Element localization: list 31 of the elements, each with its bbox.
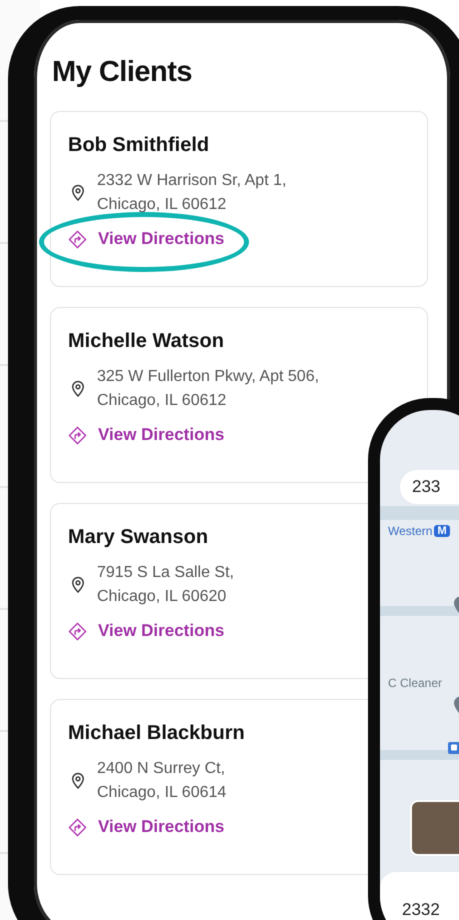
location-pin-icon bbox=[71, 576, 85, 594]
station-label: Western bbox=[388, 524, 432, 538]
address-line: 7915 S La Salle St, bbox=[97, 563, 234, 583]
bus-stop-icon bbox=[448, 742, 459, 754]
client-name: Michelle Watson bbox=[68, 330, 224, 353]
location-pin-icon bbox=[71, 772, 85, 790]
address-line: 2400 N Surrey Ct, bbox=[97, 759, 226, 779]
directions-icon bbox=[68, 426, 87, 444]
client-name: Michael Blackburn bbox=[68, 722, 245, 745]
address-line: 325 W Fullerton Pkwy, Apt 506, bbox=[97, 367, 320, 387]
view-directions-link[interactable]: View Directions bbox=[68, 817, 224, 837]
client-name: Bob Smithfield bbox=[68, 134, 210, 157]
directions-icon bbox=[68, 230, 87, 248]
directions-icon bbox=[68, 622, 87, 640]
address-line: Chicago, IL 60612 bbox=[97, 195, 226, 215]
view-directions-link[interactable]: View Directions bbox=[68, 425, 224, 445]
metro-badge: M bbox=[434, 525, 450, 537]
address-preview: 2332 bbox=[402, 900, 440, 919]
location-pin-icon bbox=[71, 380, 85, 398]
view-directions-link[interactable]: View Directions bbox=[68, 621, 224, 641]
address-line: Chicago, IL 60612 bbox=[97, 391, 226, 411]
address-line: Chicago, IL 60614 bbox=[97, 783, 226, 803]
view-directions-link[interactable]: View Directions bbox=[68, 229, 224, 249]
location-pin-icon bbox=[71, 184, 85, 202]
screen-title: My Clients bbox=[52, 56, 194, 89]
address-line: 2332 W Harrison Sr, Apt 1, bbox=[97, 171, 286, 191]
client-name: Mary Swanson bbox=[68, 526, 208, 549]
search-field[interactable]: 233 bbox=[400, 470, 459, 504]
place-label: C Cleaner bbox=[388, 676, 442, 690]
address-line: Chicago, IL 60620 bbox=[97, 587, 226, 607]
directions-icon bbox=[68, 818, 87, 836]
